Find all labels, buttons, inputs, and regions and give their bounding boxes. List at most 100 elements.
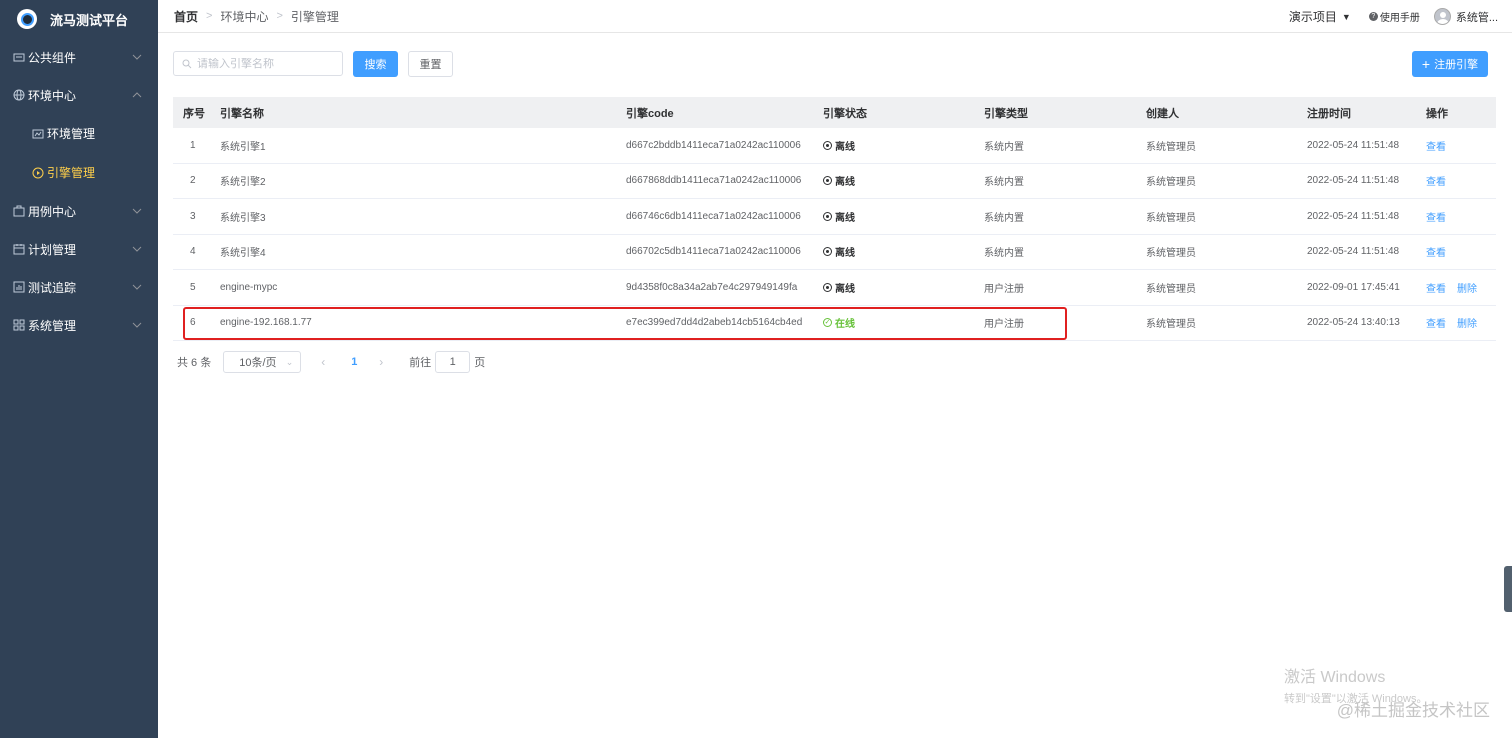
help-label: 使用手册 <box>1379 13 1420 24</box>
row-register-time: 2022-05-24 11:51:48 <box>1307 210 1400 222</box>
view-link[interactable]: 查看 <box>1426 209 1446 224</box>
table-row: 2 系统引擎2 d667868ddb1411eca71a0242ac110006 离线… <box>173 164 1496 199</box>
user-name: 系统管... <box>1455 11 1498 24</box>
row-actions: 查看 <box>1426 209 1457 224</box>
globe-icon <box>13 89 25 101</box>
breadcrumb-environment-center[interactable]: 环境中心 <box>220 8 268 25</box>
register-engine-label: 注册引擎 <box>1434 59 1479 71</box>
view-link[interactable]: 查看 <box>1426 280 1446 295</box>
sidebar-item-public-components[interactable]: 公共组件 <box>0 38 158 76</box>
row-status-label: 离线 <box>835 141 855 153</box>
page-size-select[interactable]: 10条/页 ⌄ <box>223 350 302 373</box>
view-link[interactable]: 查看 <box>1426 138 1446 153</box>
row-status-label: 离线 <box>835 177 855 189</box>
grid-icon <box>13 319 25 331</box>
breadcrumb-home[interactable]: 首页 <box>174 8 198 25</box>
row-status-label: 离线 <box>835 283 855 295</box>
row-actions: 查看 <box>1426 173 1457 188</box>
header-creator: 创建人 <box>1146 107 1179 120</box>
breadcrumb: 首页 > 环境中心 > 引擎管理 <box>174 8 339 25</box>
table-row: 6 engine-192.168.1.77 e7ec399ed7dd4d2abeb1… <box>173 306 1496 341</box>
online-check-icon: ✓ <box>823 318 832 328</box>
page-number-current[interactable]: 1 <box>351 356 365 368</box>
sidebar-item-test-tracking[interactable]: 测试追踪 <box>0 268 158 306</box>
delete-link[interactable]: 删除 <box>1457 280 1477 295</box>
offline-dot-icon <box>823 176 832 186</box>
brand[interactable]: 流马测试平台 <box>0 0 158 38</box>
header-name: 引擎名称 <box>220 107 264 120</box>
offline-dot-icon <box>823 247 832 257</box>
row-register-time: 2022-05-24 11:51:48 <box>1307 246 1400 258</box>
row-engine-name: engine-mypc <box>220 281 278 293</box>
sidebar-item-plan-management[interactable]: 计划管理 <box>0 230 158 268</box>
view-link[interactable]: 查看 <box>1426 173 1446 188</box>
side-drawer-handle[interactable] <box>1504 566 1512 612</box>
row-engine-code: d66702c5db1411eca71a0242ac110006 <box>626 246 801 258</box>
row-engine-type: 系统内置 <box>984 212 1024 224</box>
row-engine-type: 系统内置 <box>984 177 1024 189</box>
engine-table: 序号 引擎名称 引擎code 引擎状态 引擎类型 创建人 注册时间 操作 1 系统… <box>173 97 1496 341</box>
reset-button[interactable]: 重置 <box>408 51 453 77</box>
row-engine-name: 系统引擎3 <box>220 212 266 224</box>
play-circle-icon <box>32 167 44 179</box>
row-index: 3 <box>190 210 196 222</box>
row-engine-type: 用户注册 <box>984 283 1024 295</box>
chart-icon <box>13 281 25 293</box>
row-status: 离线 <box>823 138 855 153</box>
chevron-down-icon <box>132 284 142 290</box>
row-creator: 系统管理员 <box>1146 177 1196 189</box>
sidebar-item-label: 系统管理 <box>28 318 77 333</box>
header-ops: 操作 <box>1426 107 1448 120</box>
goto-page-input[interactable] <box>435 350 471 373</box>
pagination-total: 共 6 条 <box>177 356 212 369</box>
next-page-button[interactable]: › <box>379 355 393 369</box>
user-menu[interactable]: 系统管... <box>1433 8 1498 25</box>
prev-page-button[interactable]: ‹ <box>321 355 335 369</box>
chevron-down-icon <box>132 54 142 60</box>
sidebar-item-label: 测试追踪 <box>28 280 77 295</box>
sidebar-item-environment-management[interactable]: 环境管理 <box>0 114 158 153</box>
search-icon <box>182 59 192 68</box>
row-register-time: 2022-05-24 13:40:13 <box>1307 317 1400 329</box>
question-icon: ? <box>1368 12 1378 21</box>
row-engine-type: 系统内置 <box>984 248 1024 260</box>
table-row: 3 系统引擎3 d66746c6db1411eca71a0242ac110006 离线… <box>173 199 1496 235</box>
row-index: 2 <box>190 175 196 187</box>
site-watermark: @稀土掘金技术社区 <box>1336 701 1490 720</box>
search-input-wrapper[interactable] <box>173 51 343 76</box>
environment-icon <box>32 128 44 140</box>
page-size-value: 10条/页 <box>239 356 277 369</box>
row-creator: 系统管理员 <box>1146 283 1196 295</box>
sidebar-item-environment-center[interactable]: 环境中心 <box>0 76 158 114</box>
sidebar-item-system-management[interactable]: 系统管理 <box>0 306 158 344</box>
row-engine-name: 系统引擎2 <box>220 177 266 189</box>
row-engine-type: 系统内置 <box>984 141 1024 153</box>
table-header: 序号 引擎名称 引擎code 引擎状态 引擎类型 创建人 注册时间 操作 <box>173 97 1496 128</box>
row-register-time: 2022-09-01 17:45:41 <box>1307 281 1400 293</box>
sidebar-item-case-center[interactable]: 用例中心 <box>0 192 158 230</box>
watermark-line1: 激活 Windows <box>1284 669 1386 686</box>
view-link[interactable]: 查看 <box>1426 315 1446 330</box>
chevron-down-icon <box>132 322 142 328</box>
sidebar: 流马测试平台 公共组件 环境中心 环境管理 引擎管理 用例中心 计划管理 测试追… <box>0 0 158 738</box>
row-engine-name: 系统引擎4 <box>220 248 266 260</box>
row-engine-name: engine-192.168.1.77 <box>220 317 312 329</box>
breadcrumb-separator-icon: > <box>276 10 283 22</box>
sidebar-item-engine-management[interactable]: 引擎管理 <box>0 153 158 192</box>
chevron-down-icon: ⌄ <box>285 356 294 367</box>
register-engine-button[interactable]: + 注册引擎 <box>1412 51 1488 77</box>
avatar <box>1433 8 1451 25</box>
delete-link[interactable]: 删除 <box>1457 315 1477 330</box>
goto-prefix: 前往 <box>409 356 432 369</box>
row-index: 4 <box>190 246 196 258</box>
view-link[interactable]: 查看 <box>1426 244 1446 259</box>
row-status-label: 离线 <box>835 248 855 260</box>
goto-suffix: 页 <box>474 356 486 369</box>
search-input[interactable] <box>197 57 337 70</box>
search-button[interactable]: 搜索 <box>353 51 398 77</box>
project-selector[interactable]: 演示项目 ▼ <box>1289 8 1351 25</box>
help-link[interactable]: ? 使用手册 <box>1368 9 1420 24</box>
calendar-icon <box>13 243 25 255</box>
row-actions: 查看 <box>1426 138 1457 153</box>
breadcrumb-engine-management: 引擎管理 <box>290 9 339 24</box>
